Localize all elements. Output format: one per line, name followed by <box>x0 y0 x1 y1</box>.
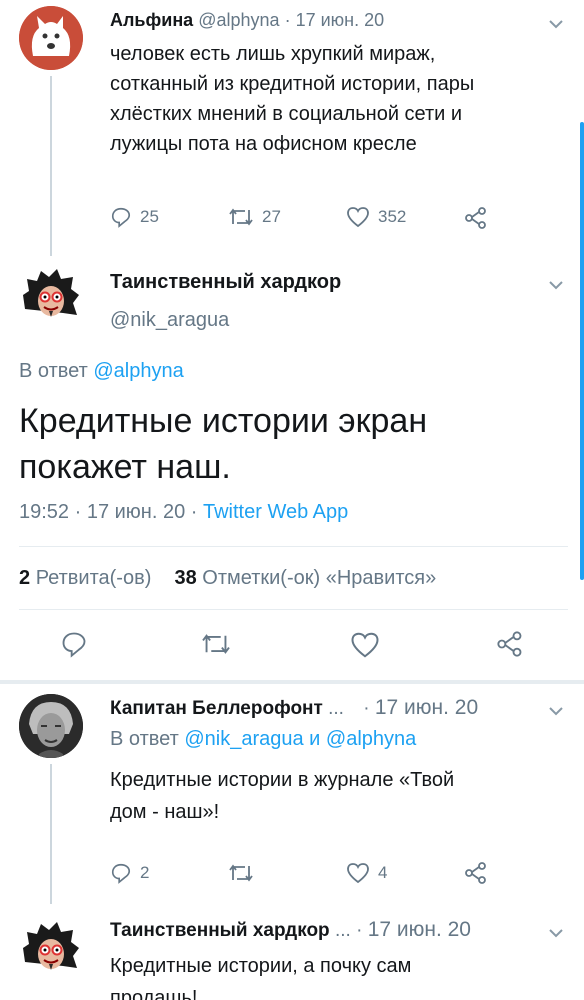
share-button[interactable] <box>464 206 488 230</box>
retweet-count: 27 <box>262 207 281 226</box>
like-button[interactable]: 352 <box>346 206 406 228</box>
avatar-nik-aragua[interactable] <box>19 265 83 329</box>
avatar-alphyna[interactable] <box>19 6 83 70</box>
share-button[interactable] <box>464 861 488 885</box>
reply-button[interactable]: 2 <box>110 862 149 884</box>
retweet-button[interactable] <box>228 862 254 884</box>
author-name[interactable]: Таинственный хардкор <box>110 920 330 941</box>
author-name[interactable]: Альфина <box>110 10 193 30</box>
mention-link[interactable]: @alphyna <box>326 728 416 750</box>
retweet-button[interactable] <box>200 631 232 657</box>
source-link[interactable]: Twitter Web App <box>203 501 348 523</box>
retweet-button[interactable]: 27 <box>228 206 281 228</box>
retweet-icon <box>229 864 253 882</box>
tweet-header: Капитан Беллерофонт ... · 17 июн. 20 <box>110 696 479 719</box>
divider <box>19 546 568 547</box>
tweet-date[interactable]: 17 июн. 20 <box>375 696 478 719</box>
author-name[interactable]: Капитан Беллерофонт <box>110 698 323 719</box>
like-button[interactable]: 4 <box>346 862 387 884</box>
share-icon <box>497 631 522 657</box>
tweet-text: Кредитные истории в журнале «Твой дом - … <box>110 769 455 823</box>
retweets-stat[interactable]: 2 Ретвита(-ов) <box>19 567 157 589</box>
tweet-header: Альфина @alphyna · 17 июн. 20 <box>110 10 385 30</box>
heart-icon <box>347 863 369 884</box>
reply-count: 25 <box>140 207 159 226</box>
reply-button[interactable]: 25 <box>110 206 159 228</box>
chevron-down-icon[interactable] <box>548 279 564 291</box>
reply-icon <box>111 863 131 884</box>
like-count: 352 <box>378 207 407 226</box>
share-icon <box>465 862 486 884</box>
author-handle[interactable]: @alphyna <box>198 10 279 30</box>
tweet-text: Кредитные истории, а почку сам продашь! <box>110 955 412 1000</box>
tweet-text: человек есть лишь хрупкий мираж, сотканн… <box>110 43 475 155</box>
thread-line <box>50 764 52 904</box>
chevron-down-icon[interactable] <box>548 705 564 717</box>
retweet-icon <box>229 208 253 226</box>
chevron-down-icon[interactable] <box>548 18 564 30</box>
tweet-date[interactable]: 17 июн. 20 <box>368 918 471 941</box>
engagement-stats: 2 Ретвита(-ов) 38 Отметки(-ок) «Нравится… <box>19 567 436 590</box>
tweet-date[interactable]: 17 июн. 20 <box>296 10 385 30</box>
like-button[interactable] <box>350 631 380 659</box>
reply-count: 2 <box>140 863 150 882</box>
retweet-icon <box>202 634 230 654</box>
reply-icon <box>62 632 86 658</box>
share-button[interactable] <box>496 630 524 658</box>
reply-context: В ответ @nik_aragua и @alphyna <box>110 728 417 750</box>
avatar-nik-aragua[interactable] <box>19 918 83 982</box>
reply-context: В ответ @alphyna <box>19 360 184 382</box>
tweet-text: Кредитные истории экран покажет наш. <box>19 402 428 486</box>
reply-icon <box>111 207 131 228</box>
tweet-meta: 19:52 · 17 июн. 20 · Twitter Web App <box>19 501 348 524</box>
tweet-header: Таинственный хардкор ... · 17 июн. 20 <box>110 918 471 941</box>
reply-button[interactable] <box>60 630 88 658</box>
heart-icon <box>347 207 369 228</box>
thread-line <box>50 76 52 256</box>
heart-icon <box>351 632 379 658</box>
like-count: 4 <box>378 863 388 882</box>
divider <box>19 609 568 610</box>
share-icon <box>465 207 486 229</box>
author-handle[interactable]: @nik_aragua <box>110 309 229 332</box>
tweet-timestamp: 19:52 · 17 июн. 20 · <box>19 501 198 523</box>
author-name[interactable]: Таинственный хардкор <box>110 271 341 294</box>
avatar-bellerophon[interactable] <box>19 694 83 758</box>
chevron-down-icon[interactable] <box>548 927 564 939</box>
likes-stat[interactable]: 38 Отметки(-ок) «Нравится» <box>174 567 436 589</box>
mention-link[interactable]: @alphyna <box>93 360 183 382</box>
divider <box>0 680 584 684</box>
scrollbar[interactable] <box>580 122 584 580</box>
mention-link[interactable]: @nik_aragua <box>184 728 303 750</box>
